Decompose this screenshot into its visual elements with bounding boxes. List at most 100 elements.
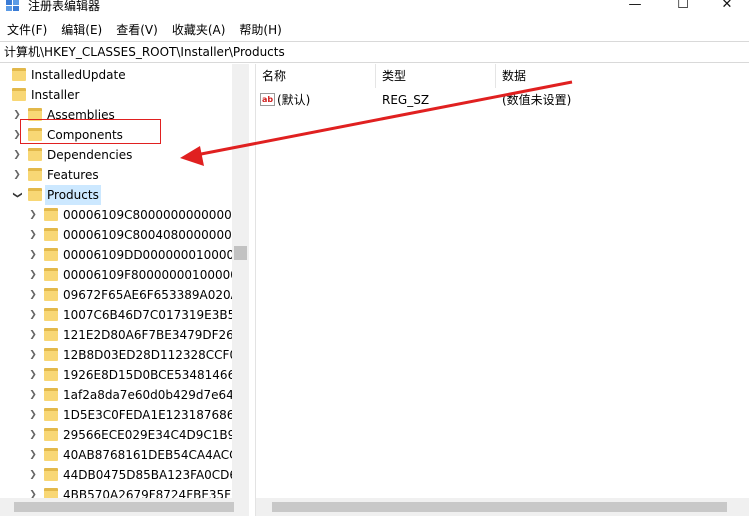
chevron-right-icon[interactable]: ❯ [28, 425, 38, 445]
menu-favorites[interactable]: 收藏夹(A) [165, 20, 233, 40]
tree-node-product[interactable]: ❯ 4BB570A2679F8724FBE35F6C [0, 485, 232, 498]
tree-node-label: 1007C6B46D7C017319E3B52 [63, 308, 232, 322]
column-header-data[interactable]: 数据 [496, 64, 749, 88]
regedit-app-icon [6, 0, 19, 11]
chevron-right-icon[interactable]: ❯ [12, 165, 22, 185]
tree-node-label: 1D5E3C0FEDA1E123187686F [63, 408, 232, 422]
tree-node-product[interactable]: ❯ 1D5E3C0FEDA1E123187686F [0, 405, 232, 425]
value-name: (默认) [277, 93, 311, 107]
chevron-right-icon[interactable]: ❯ [28, 445, 38, 465]
values-list[interactable]: 名称 类型 数据 ab (默认) REG_SZ (数值未设置) [256, 64, 749, 498]
folder-icon [44, 288, 58, 301]
value-data: (数值未设置) [502, 93, 572, 107]
tree-node-product[interactable]: ❯ 00006109F80000000100000 [0, 265, 232, 285]
tree-node-label: 121E2D80A6F7BE3479DF26B [63, 328, 232, 342]
tree-node-installedupdate[interactable]: InstalledUpdate [0, 65, 232, 85]
tree-node-label: 29566ECE029E34C4D9C1B91 [63, 428, 232, 442]
folder-icon [44, 328, 58, 341]
tree-node-product[interactable]: ❯ 09672F65AE6F653389A020AB [0, 285, 232, 305]
chevron-right-icon[interactable]: ❯ [28, 465, 38, 485]
tree-node-product[interactable]: ❯ 12B8D03ED28D112328CCF0A [0, 345, 232, 365]
tree-node-label: Features [47, 168, 99, 182]
tree-node-label: 12B8D03ED28D112328CCF0A [63, 348, 232, 362]
folder-icon [44, 388, 58, 401]
tree-vertical-scrollbar[interactable] [232, 64, 249, 498]
value-type: REG_SZ [382, 93, 430, 107]
folder-icon [12, 88, 26, 101]
chevron-right-icon[interactable]: ❯ [28, 345, 38, 365]
close-button[interactable]: ✕ [704, 0, 749, 16]
tree-node-product[interactable]: ❯ 00006109C80040800000000 [0, 225, 232, 245]
scrollbar-thumb[interactable] [272, 502, 727, 512]
folder-icon [44, 268, 58, 281]
registry-tree[interactable]: InstalledUpdate Installer ❯ Assemblies ❯… [0, 64, 232, 498]
tree-node-product[interactable]: ❯ 121E2D80A6F7BE3479DF26B [0, 325, 232, 345]
chevron-right-icon[interactable]: ❯ [28, 225, 38, 245]
chevron-right-icon[interactable]: ❯ [28, 245, 38, 265]
tree-node-product[interactable]: ❯ 1af2a8da7e60d0b429d7e645 [0, 385, 232, 405]
pane-splitter[interactable] [249, 64, 256, 516]
tree-node-assemblies[interactable]: ❯ Assemblies [0, 105, 232, 125]
chevron-right-icon[interactable]: ❯ [12, 105, 22, 125]
folder-icon [28, 108, 42, 121]
chevron-right-icon[interactable]: ❯ [28, 205, 38, 225]
maximize-button[interactable]: ☐ [660, 0, 706, 16]
chevron-right-icon[interactable]: ❯ [28, 265, 38, 285]
tree-node-label: 00006109F80000000100000 [63, 268, 232, 282]
chevron-right-icon[interactable]: ❯ [12, 145, 22, 165]
folder-icon [44, 408, 58, 421]
title-bar: 注册表编辑器 — ☐ ✕ [0, 0, 749, 18]
chevron-right-icon[interactable]: ❯ [28, 285, 38, 305]
tree-node-label: 00006109C800000000000000 [63, 208, 232, 222]
folder-icon [44, 248, 58, 261]
folder-icon [44, 448, 58, 461]
tree-node-products[interactable]: ❯ Products [0, 185, 232, 205]
tree-horizontal-scrollbar[interactable] [0, 498, 249, 516]
tree-node-dependencies[interactable]: ❯ Dependencies [0, 145, 232, 165]
column-header-type[interactable]: 类型 [376, 64, 496, 88]
tree-node-label: 44DB0475D85BA123FA0CD6D [63, 468, 232, 482]
tree-node-installer[interactable]: Installer [0, 85, 232, 105]
folder-icon [28, 128, 42, 141]
column-header-name[interactable]: 名称 [256, 64, 376, 88]
chevron-right-icon[interactable]: ❯ [28, 405, 38, 425]
menu-edit[interactable]: 编辑(E) [54, 20, 109, 40]
tree-node-label: Installer [31, 88, 80, 102]
minimize-button[interactable]: — [612, 0, 658, 16]
folder-icon [44, 428, 58, 441]
menu-view[interactable]: 查看(V) [109, 20, 165, 40]
folder-icon [44, 488, 58, 498]
chevron-right-icon[interactable]: ❯ [28, 485, 38, 498]
folder-icon [44, 468, 58, 481]
menu-file[interactable]: 文件(F) [0, 20, 54, 40]
folder-icon [44, 368, 58, 381]
string-value-icon: ab [260, 93, 275, 106]
value-row[interactable]: ab (默认) REG_SZ (数值未设置) [256, 90, 749, 110]
tree-node-label: 1af2a8da7e60d0b429d7e645 [63, 388, 232, 402]
address-bar[interactable]: 计算机\HKEY_CLASSES_ROOT\Installer\Products [0, 41, 749, 63]
tree-node-label: Assemblies [47, 108, 115, 122]
tree-node-product[interactable]: ❯ 1926E8D15D0BCE534814666 [0, 365, 232, 385]
tree-node-product[interactable]: ❯ 29566ECE029E34C4D9C1B91 [0, 425, 232, 445]
chevron-down-icon[interactable]: ❯ [7, 190, 27, 200]
tree-node-label: InstalledUpdate [31, 68, 126, 82]
tree-node-features[interactable]: ❯ Features [0, 165, 232, 185]
scrollbar-thumb[interactable] [234, 246, 247, 260]
tree-node-label-selected: Products [45, 185, 101, 205]
chevron-right-icon[interactable]: ❯ [28, 365, 38, 385]
tree-node-components[interactable]: ❯ Components [0, 125, 232, 145]
tree-node-label: Dependencies [47, 148, 133, 162]
tree-node-product[interactable]: ❯ 1007C6B46D7C017319E3B52 [0, 305, 232, 325]
folder-icon [44, 228, 58, 241]
chevron-right-icon[interactable]: ❯ [28, 305, 38, 325]
tree-node-product[interactable]: ❯ 44DB0475D85BA123FA0CD6D [0, 465, 232, 485]
chevron-right-icon[interactable]: ❯ [28, 385, 38, 405]
scrollbar-thumb[interactable] [14, 502, 234, 512]
tree-node-product[interactable]: ❯ 00006109DD0000000100000 [0, 245, 232, 265]
tree-node-product[interactable]: ❯ 40AB8768161DEB54CA4ACCD [0, 445, 232, 465]
tree-node-product[interactable]: ❯ 00006109C800000000000000 [0, 205, 232, 225]
chevron-right-icon[interactable]: ❯ [12, 125, 22, 145]
values-horizontal-scrollbar[interactable] [256, 498, 749, 516]
chevron-right-icon[interactable]: ❯ [28, 325, 38, 345]
menu-help[interactable]: 帮助(H) [232, 20, 288, 40]
